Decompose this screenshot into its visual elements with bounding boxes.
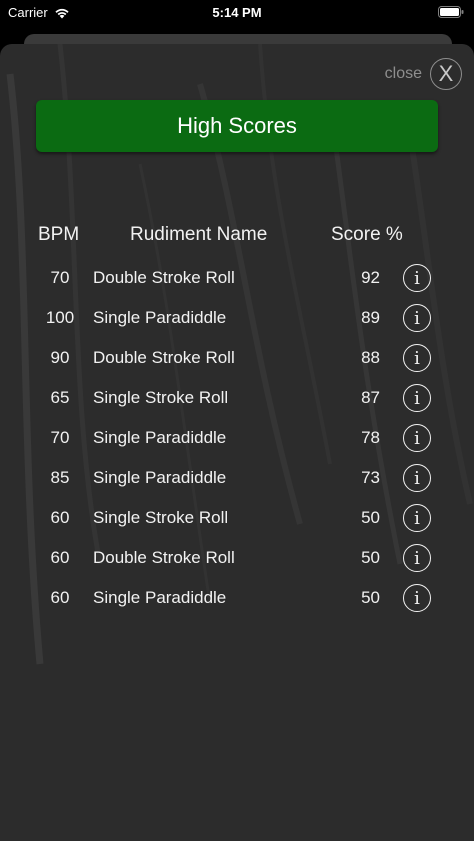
page-title: High Scores [36, 100, 438, 152]
rudiment-cell: Single Paradiddle [93, 588, 227, 607]
info-icon[interactable]: i [403, 504, 431, 532]
score-cell: 88 [361, 348, 380, 367]
table-row: 65 Single Stroke Roll 87 i [0, 378, 474, 418]
rudiment-cell: Single Paradiddle [93, 468, 227, 487]
rudiment-cell: Single Paradiddle [93, 428, 227, 447]
score-cell: 50 [361, 548, 380, 567]
bpm-cell: 70 [50, 268, 70, 287]
close-label: close [384, 65, 422, 82]
table-row: 100 Single Paradiddle 89 i [0, 298, 474, 338]
bpm-cell: 60 [50, 588, 70, 607]
score-cell: 78 [361, 428, 380, 447]
info-icon[interactable]: i [403, 344, 431, 372]
info-icon[interactable]: i [403, 464, 431, 492]
score-cell: 50 [361, 588, 380, 607]
info-icon[interactable]: i [403, 304, 431, 332]
table-row: 70 Double Stroke Roll 92 i [0, 258, 474, 298]
bpm-cell: 100 [45, 308, 75, 327]
battery-icon [438, 6, 464, 18]
table-row: 85 Single Paradiddle 73 i [0, 458, 474, 498]
bpm-cell: 60 [50, 508, 70, 527]
info-icon[interactable]: i [403, 584, 431, 612]
bpm-cell: 85 [50, 468, 70, 487]
info-icon[interactable]: i [403, 264, 431, 292]
status-time: 5:14 PM [212, 5, 262, 20]
rudiment-cell: Single Stroke Roll [93, 508, 229, 527]
score-cell: 89 [361, 308, 380, 327]
rudiment-cell: Single Paradiddle [93, 308, 227, 327]
rudiment-cell: Single Stroke Roll [93, 388, 229, 407]
info-icon[interactable]: i [403, 544, 431, 572]
bpm-cell: 65 [50, 388, 70, 407]
table-row: 70 Single Paradiddle 78 i [0, 418, 474, 458]
bpm-cell: 90 [50, 348, 70, 367]
score-column-header: Score % [331, 224, 403, 245]
score-cell: 92 [361, 268, 380, 287]
bpm-cell: 70 [50, 428, 70, 447]
close-button[interactable]: close X [385, 58, 462, 90]
close-icon[interactable]: X [430, 58, 462, 90]
table-row: 90 Double Stroke Roll 88 i [0, 338, 474, 378]
bpm-column-header: BPM [38, 224, 80, 245]
rudiment-column-header: Rudiment Name [130, 224, 268, 245]
table-row: 60 Single Paradiddle 50 i [0, 578, 474, 618]
info-icon[interactable]: i [403, 384, 431, 412]
table-row: 60 Single Stroke Roll 50 i [0, 498, 474, 538]
table-row: 60 Double Stroke Roll 50 i [0, 538, 474, 578]
score-cell: 73 [361, 468, 380, 487]
rudiment-cell: Double Stroke Roll [93, 548, 235, 567]
score-cell: 87 [361, 388, 380, 407]
info-icon[interactable]: i [403, 424, 431, 452]
high-scores-sheet: close X High Scores BPM Rudiment Name Sc… [0, 44, 474, 841]
bpm-cell: 60 [50, 548, 70, 567]
score-cell: 50 [361, 508, 380, 527]
status-bar: Carrier 5:14 PM [0, 0, 474, 28]
rudiment-cell: Double Stroke Roll [93, 268, 235, 287]
rudiment-cell: Double Stroke Roll [93, 348, 235, 367]
